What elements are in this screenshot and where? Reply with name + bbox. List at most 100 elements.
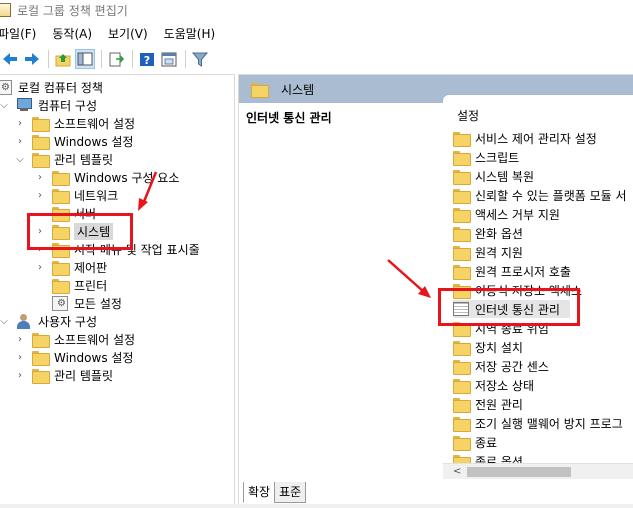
folder-icon	[52, 206, 70, 222]
tree-item-label: 관리 템플릿	[54, 152, 114, 167]
tree-item-all-settings[interactable]: 모든 설정	[52, 294, 122, 312]
show-hide-tree-icon[interactable]	[75, 49, 95, 69]
export-list-icon[interactable]	[106, 49, 126, 69]
tree-item-printer[interactable]: 프린터	[52, 276, 107, 294]
tree-item-cc-admin[interactable]: ⌵ 관리 템플릿	[14, 150, 113, 168]
tree-item-label: 소프트웨어 설정	[54, 332, 136, 347]
chevron-right-icon[interactable]: ›	[34, 189, 46, 201]
folder-icon	[453, 245, 471, 261]
tree-item-system[interactable]: › 시스템	[34, 222, 114, 240]
folder-icon	[52, 188, 70, 204]
list-item[interactable]: 서비스 제어 관리자 설정	[453, 129, 597, 147]
tree-item-uc-windows[interactable]: › Windows 설정	[14, 348, 133, 366]
menu-file[interactable]: 파일(F)	[0, 25, 44, 42]
list-item[interactable]: 이동식 저장소 액세스	[453, 281, 582, 299]
menu-view[interactable]: 보기(V)	[108, 25, 156, 42]
tree-item-computer-config[interactable]: ⌵ 컴퓨터 구성	[0, 96, 97, 114]
chevron-right-icon[interactable]: ›	[14, 369, 26, 381]
list-item[interactable]: 액세스 거부 지원	[453, 205, 560, 223]
folder-icon	[32, 152, 50, 168]
tree-item-label: 시작 메뉴 및 작업 표시줄	[74, 242, 200, 257]
list-item[interactable]: 신뢰할 수 있는 플랫폼 모듈 서	[453, 186, 627, 204]
column-header-setting[interactable]: 설정	[457, 107, 479, 124]
back-arrow-icon[interactable]	[0, 49, 20, 69]
tree-item-label: 모든 설정	[74, 296, 122, 311]
menu-action[interactable]: 동작(A)	[52, 25, 100, 42]
folder-icon	[32, 368, 50, 384]
tree-item-label: 네트워크	[74, 188, 119, 203]
toolbar-separator	[132, 50, 133, 68]
chevron-right-icon[interactable]: ›	[14, 351, 26, 363]
scroll-thumb[interactable]	[467, 467, 571, 477]
folder-icon	[52, 170, 70, 186]
tab-extended[interactable]: 확장	[243, 482, 276, 503]
list-item[interactable]: 장치 설치	[453, 338, 523, 356]
folder-icon	[453, 435, 471, 451]
list-item[interactable]: 스크립트	[453, 148, 519, 166]
list-item[interactable]: 지역 종료 위임	[453, 319, 549, 337]
filter-icon[interactable]	[190, 49, 210, 69]
list-item[interactable]: 완화 옵션	[453, 224, 523, 242]
tree-item-start-menu[interactable]: › 시작 메뉴 및 작업 표시줄	[34, 240, 200, 258]
folder-icon	[453, 378, 471, 394]
tree-item-label: 컴퓨터 구성	[38, 98, 98, 113]
description-title: 인터넷 통신 관리	[246, 111, 332, 125]
chevron-right-icon[interactable]	[34, 207, 46, 219]
tree-pane[interactable]: 로컬 컴퓨터 정책 ⌵ 컴퓨터 구성 › 소프트웨어 설정 › Windows …	[0, 74, 235, 504]
tree-item-control-panel[interactable]: › 제어판	[34, 258, 107, 276]
list-item[interactable]: 원격 지원	[453, 243, 523, 261]
tree-item-user-config[interactable]: ⌵ 사용자 구성	[0, 312, 97, 330]
svg-text:?: ?	[144, 54, 150, 67]
menu-help[interactable]: 도움말(H)	[164, 25, 224, 42]
list-item[interactable]: 조기 실행 맬웨어 방지 프로그	[453, 414, 623, 432]
list-item[interactable]: 저장소 상태	[453, 376, 534, 394]
tree-item-uc-admin[interactable]: › 관리 템플릿	[14, 366, 113, 384]
scroll-left-icon[interactable]: <	[453, 466, 461, 477]
forward-arrow-icon[interactable]	[22, 49, 42, 69]
up-folder-icon[interactable]	[53, 49, 73, 69]
folder-icon	[453, 150, 471, 166]
folder-icon	[52, 260, 70, 276]
chevron-right-icon[interactable]: ›	[14, 117, 26, 129]
chevron-right-icon[interactable]: ›	[34, 261, 46, 273]
chevron-right-icon[interactable]: ›	[34, 243, 46, 255]
user-icon	[16, 313, 32, 329]
chevron-right-icon[interactable]: ›	[14, 135, 26, 147]
list-item[interactable]: 원격 프로시저 호출	[453, 262, 571, 280]
list-item[interactable]: 전원 관리	[453, 395, 523, 413]
tree-item-cc-software[interactable]: › 소프트웨어 설정	[14, 114, 135, 132]
settings-list[interactable]: 설정 서비스 제어 관리자 설정 스크립트 시스템 복원 신뢰할 수 있는 플랫…	[443, 95, 633, 465]
window-title: 로컬 그룹 정책 편집기	[17, 3, 128, 18]
folder-icon	[453, 264, 471, 280]
properties-icon[interactable]	[159, 49, 179, 69]
folder-icon	[52, 242, 70, 258]
tree-item-windows-components[interactable]: › Windows 구성 요소	[34, 168, 179, 186]
tree-item-network[interactable]: › 네트워크	[34, 186, 118, 204]
list-item[interactable]: 종료	[453, 433, 497, 451]
chevron-down-icon[interactable]: ⌵	[0, 315, 10, 327]
list-item[interactable]: 저장 공간 센스	[453, 357, 549, 375]
tree-item-label: 제어판	[74, 260, 108, 275]
horizontal-scrollbar[interactable]: <	[443, 463, 633, 479]
list-item-internet-communication[interactable]: 인터넷 통신 관리	[453, 300, 570, 318]
chevron-down-icon[interactable]: ⌵	[0, 99, 10, 111]
folder-icon	[453, 131, 471, 147]
chevron-right-icon[interactable]: ›	[34, 171, 46, 183]
help-icon[interactable]: ?	[137, 49, 157, 69]
list-item[interactable]: 시스템 복원	[453, 167, 534, 185]
tree-item-local-policy[interactable]: 로컬 컴퓨터 정책	[0, 78, 103, 96]
chevron-down-icon[interactable]: ⌵	[14, 153, 26, 165]
computer-icon	[16, 98, 32, 112]
folder-icon	[32, 116, 50, 132]
folder-icon	[453, 321, 471, 337]
chevron-right-icon[interactable]: ›	[14, 333, 26, 345]
tree-item-cc-windows[interactable]: › Windows 설정	[14, 132, 133, 150]
tab-standard[interactable]: 표준	[274, 482, 307, 503]
tree-item-uc-software[interactable]: › 소프트웨어 설정	[14, 330, 135, 348]
tree-item-label: 관리 템플릿	[54, 368, 114, 383]
folder-icon	[32, 134, 50, 150]
chevron-right-icon[interactable]: ›	[34, 225, 46, 237]
tree-item-label: 로컬 컴퓨터 정책	[18, 80, 103, 95]
tree-item-label: 소프트웨어 설정	[54, 116, 136, 131]
tree-item-server[interactable]: 서버	[34, 204, 96, 222]
